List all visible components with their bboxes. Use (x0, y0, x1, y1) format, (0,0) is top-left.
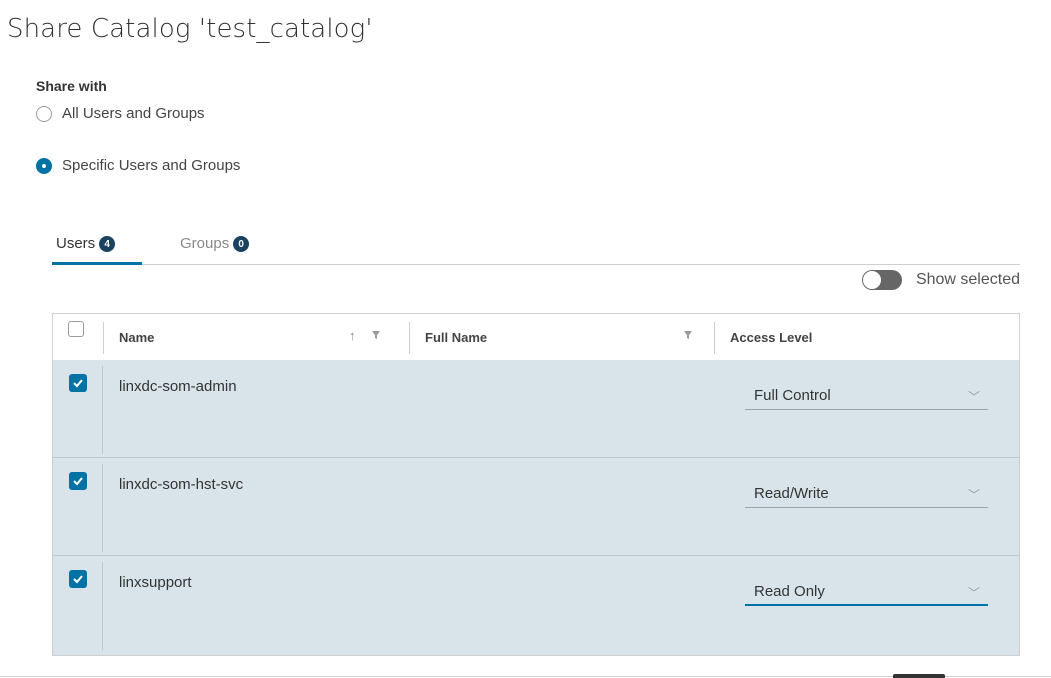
sort-ascending-icon[interactable]: ↑ (349, 328, 356, 343)
select-all-checkbox[interactable] (68, 321, 84, 337)
tab-users[interactable]: Users 4 (52, 234, 142, 265)
tab-groups-label: Groups (180, 235, 230, 252)
access-level-select[interactable]: Read Only ﹀ (745, 578, 988, 606)
row-checkbox[interactable] (69, 374, 87, 392)
users-datagrid: Name ↑ Full Name Access Level linxdc-som… (52, 313, 1020, 656)
radio-all-users-groups[interactable]: All Users and Groups (36, 105, 205, 122)
filter-icon[interactable] (683, 328, 693, 343)
tab-users-label: Users (56, 235, 96, 252)
radio-button-selected[interactable] (36, 157, 52, 174)
chevron-down-icon: ﹀ (967, 488, 980, 502)
column-separator (714, 322, 715, 354)
users-count-badge: 4 (99, 236, 116, 252)
row-checkbox[interactable] (69, 570, 87, 588)
tab-groups[interactable]: Groups 0 (180, 234, 280, 264)
user-name: linxdc-som-admin (119, 378, 237, 395)
radio-label: All Users and Groups (62, 105, 205, 122)
user-name: linxdc-som-hst-svc (119, 476, 244, 493)
table-row[interactable]: linxsupport Read Only ﹀ (53, 556, 1019, 655)
filter-icon[interactable] (371, 328, 381, 343)
radio-specific-users-groups[interactable]: Specific Users and Groups (36, 157, 240, 174)
column-header-access-level: Access Level (730, 330, 813, 345)
column-separator (103, 322, 104, 354)
access-level-value: Read/Write (754, 485, 829, 502)
show-selected-toggle[interactable] (861, 270, 902, 290)
show-selected-label: Show selected (915, 271, 1020, 288)
table-row[interactable]: linxdc-som-admin Full Control ﹀ (53, 360, 1019, 458)
radio-button[interactable] (36, 105, 52, 122)
show-selected-toggle-row[interactable]: Show selected (861, 270, 1020, 290)
row-separator (102, 464, 103, 552)
chevron-down-icon: ﹀ (967, 390, 980, 404)
share-with-label: Share with (36, 78, 107, 94)
column-header-name[interactable]: Name (119, 330, 154, 345)
row-separator (102, 562, 103, 650)
datagrid-header: Name ↑ Full Name Access Level (53, 314, 1019, 361)
row-separator (102, 366, 103, 454)
access-level-value: Full Control (754, 387, 831, 404)
access-level-select[interactable]: Full Control ﹀ (745, 382, 988, 410)
column-header-full-name[interactable]: Full Name (425, 330, 487, 345)
groups-count-badge: 0 (233, 236, 250, 252)
dialog-title: Share Catalog 'test_catalog' (7, 14, 373, 44)
tab-bar: Users 4 Groups 0 (52, 234, 1020, 265)
footer-button-edge (893, 674, 945, 678)
table-row[interactable]: linxdc-som-hst-svc Read/Write ﹀ (53, 458, 1019, 556)
row-checkbox[interactable] (69, 472, 87, 490)
column-separator (409, 322, 410, 354)
user-name: linxsupport (119, 574, 192, 591)
access-level-select[interactable]: Read/Write ﹀ (745, 480, 988, 508)
radio-label: Specific Users and Groups (62, 157, 241, 174)
chevron-down-icon: ﹀ (967, 586, 980, 600)
access-level-value: Read Only (754, 583, 825, 600)
